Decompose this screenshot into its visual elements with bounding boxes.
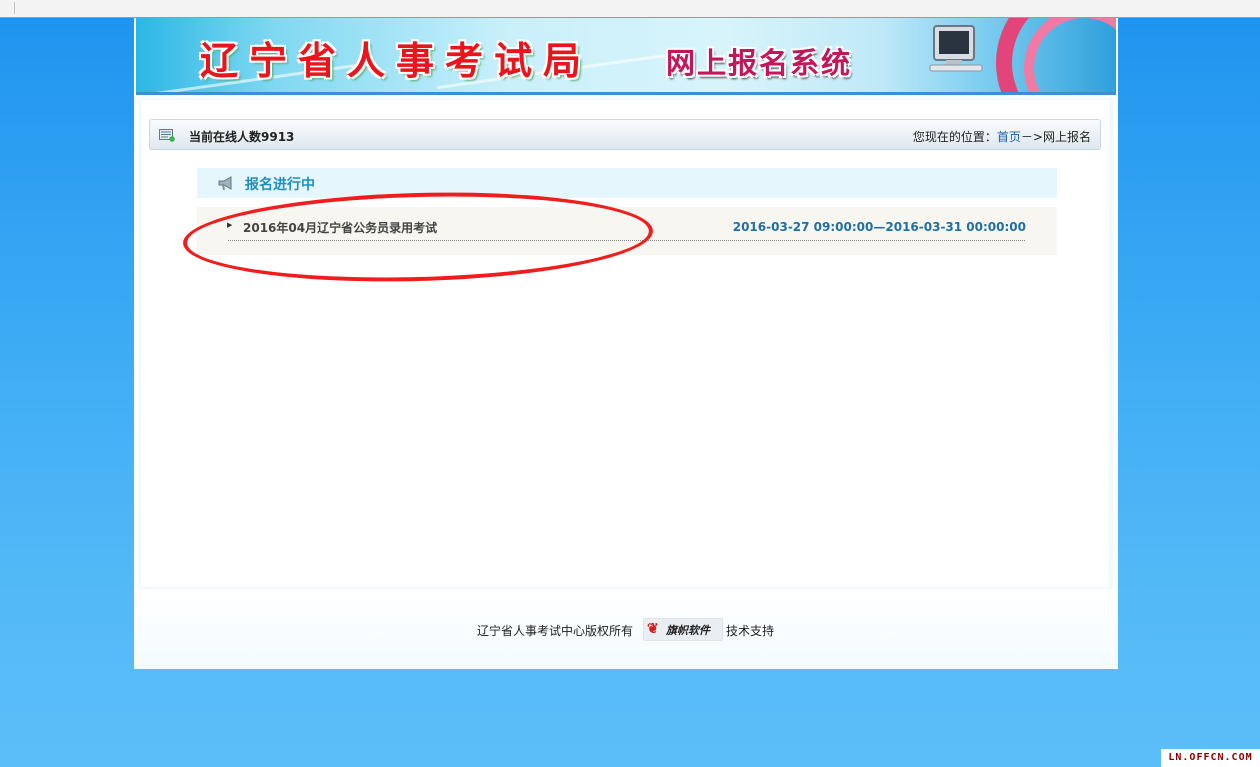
computer-icon (929, 25, 983, 72)
section-header: 报名进行中 (197, 168, 1057, 198)
toolbar-divider (0, 2, 15, 14)
footer: 辽宁省人事考试中心版权所有 ❦ 旗帜软件 技术支持 (134, 590, 1118, 669)
browser-top-bar (0, 0, 1260, 18)
site-watermark: LN.OFFCN.COM (1161, 749, 1260, 767)
main-content: 当前在线人数9913 您现在的位置：首页－>网上报名 报名进行中 ▶ 2016年… (141, 100, 1109, 587)
breadcrumb-current: 网上报名 (1042, 130, 1091, 144)
users-online-icon (159, 129, 175, 142)
footer-copyright: 辽宁省人事考试中心版权所有 (477, 624, 634, 638)
breadcrumb: 您现在的位置：首页－>网上报名 (913, 128, 1091, 145)
vendor-logo-text: 旗帜软件 (666, 624, 710, 637)
page-container: 辽宁省人事考试局 网上报名系统 当前在线人数9913 您现在的位置：首页－>网上… (134, 18, 1118, 669)
banner-title: 辽宁省人事考试局 (200, 38, 593, 83)
section-title: 报名进行中 (245, 177, 315, 193)
site-banner: 辽宁省人事考试局 网上报名系统 (136, 18, 1116, 95)
breadcrumb-separator: －> (1020, 130, 1043, 144)
breadcrumb-home-link[interactable]: 首页 (997, 130, 1021, 144)
flag-logo-icon: ❦ (647, 621, 659, 637)
footer-support: 技术支持 (726, 624, 775, 638)
banner-swirl (1024, 18, 1116, 95)
vendor-logo: ❦ 旗帜软件 (643, 618, 723, 641)
banner-subtitle: 网上报名系统 (666, 46, 853, 80)
breadcrumb-prefix: 您现在的位置： (912, 130, 997, 144)
online-count: 当前在线人数9913 (189, 130, 295, 144)
banner-border (136, 92, 1116, 95)
status-bar: 当前在线人数9913 您现在的位置：首页－>网上报名 (149, 119, 1101, 150)
main-frame: 当前在线人数9913 您现在的位置：首页－>网上报名 报名进行中 ▶ 2016年… (138, 98, 1114, 589)
exam-period: 2016-03-27 09:00:00—2016-03-31 00:00:00 (732, 220, 1026, 234)
announcement-icon (218, 176, 232, 190)
